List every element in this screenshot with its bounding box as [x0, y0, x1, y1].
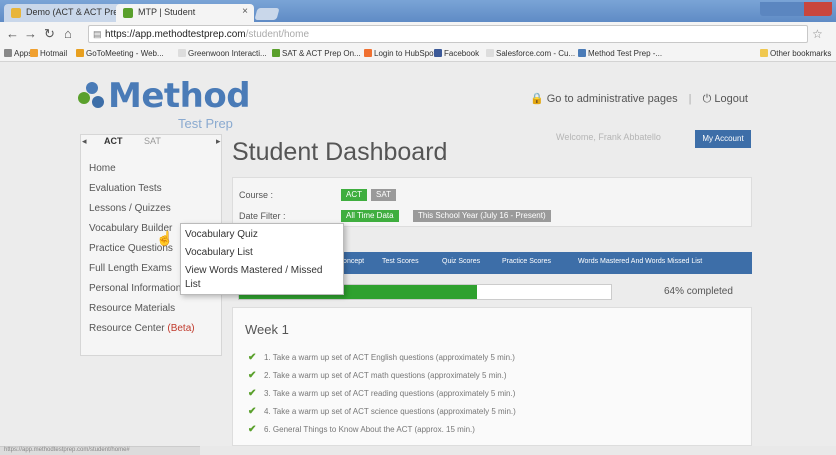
date-chip-all-time[interactable]: All Time Data — [341, 210, 399, 222]
power-icon: ⏻ — [702, 93, 712, 105]
sidebar-item-resource-materials[interactable]: Resource Materials — [89, 303, 221, 323]
bookmark-item[interactable]: Method Test Prep -... — [578, 49, 662, 58]
window-controls[interactable] — [760, 2, 832, 16]
lock-icon: 🔒 — [529, 93, 544, 105]
bookmark-item[interactable]: Salesforce.com - Cu... — [486, 49, 575, 58]
forward-arrow-icon[interactable]: → — [24, 26, 37, 41]
bookmark-item[interactable]: SAT & ACT Prep On... — [272, 49, 361, 58]
menu-item-view-words-mastered[interactable]: View Words Mastered / Missed — [185, 265, 322, 276]
next-arrow-icon[interactable]: ▸ — [216, 136, 221, 147]
reload-icon[interactable]: ↻ — [44, 26, 55, 42]
page-icon — [178, 49, 186, 57]
browser-tab[interactable]: Demo (ACT & ACT Prep) × — [4, 4, 132, 22]
browser-tab-active[interactable]: MTP | Student × — [116, 4, 254, 22]
check-icon: ✔ — [248, 406, 257, 417]
course-chip-act[interactable]: ACT — [341, 189, 367, 201]
sidebar-item-resource-center[interactable]: Resource Center (Beta) — [89, 323, 221, 343]
date-filter-label: Date Filter : — [239, 211, 286, 221]
home-icon[interactable]: ⌂ — [64, 26, 72, 41]
sidebar-item-lessons-quizzes[interactable]: Lessons / Quizzes — [89, 203, 221, 223]
top-links: 🔒 Go to administrative pages | ⏻ Logout — [530, 92, 748, 106]
logo-dots-icon — [78, 82, 108, 112]
logo-word: Method — [108, 76, 251, 116]
task-item[interactable]: ✔ 1. Take a warm up set of ACT English qu… — [248, 352, 515, 363]
tab-act[interactable]: ACT — [104, 136, 123, 146]
window-close-button[interactable] — [804, 2, 832, 16]
page: Method Test Prep 🔒 Go to administrative … — [0, 62, 836, 446]
task-item[interactable]: ✔ 3. Take a warm up set of ACT reading qu… — [248, 388, 515, 399]
course-chip-sat[interactable]: SAT — [371, 189, 396, 201]
hotmail-icon — [30, 49, 38, 57]
admin-link[interactable]: Go to administrative pages — [547, 93, 678, 105]
tab-practice-scores[interactable]: Practice Scores — [502, 258, 551, 265]
task-item[interactable]: ✔ 4. Take a warm up set of ACT science qu… — [248, 406, 516, 417]
method-logo[interactable]: Method Test Prep — [78, 76, 258, 132]
hubspot-icon — [364, 49, 372, 57]
apps-icon — [4, 49, 12, 57]
tab-favicon-icon — [11, 8, 21, 18]
bookmark-item[interactable]: Apps — [4, 49, 32, 58]
bookmark-item[interactable]: Other bookmarks — [760, 49, 831, 58]
browser-tab-bar: Demo (ACT & ACT Prep) × MTP | Student × — [0, 0, 836, 22]
check-icon: ✔ — [248, 388, 257, 399]
beta-badge: (Beta) — [167, 323, 195, 334]
gotomeeting-icon — [76, 49, 84, 57]
welcome-text: Welcome, Frank Abbatello — [556, 132, 661, 142]
bookmark-star-icon[interactable]: ☆ — [812, 27, 823, 41]
address-bar[interactable]: ▤ https://app.methodtestprep.com/student… — [88, 25, 808, 43]
tab-quiz-scores[interactable]: Quiz Scores — [442, 258, 480, 265]
new-tab-button[interactable] — [254, 8, 280, 20]
task-item[interactable]: ✔ 2. Take a warm up set of ACT math quest… — [248, 370, 506, 381]
menu-item-list[interactable]: List — [185, 279, 201, 290]
week-heading: Week 1 — [245, 322, 289, 337]
check-icon: ✔ — [248, 370, 257, 381]
vocabulary-dropdown: Vocabulary Quiz Vocabulary List View Wor… — [180, 223, 344, 295]
sidebar-item-home[interactable]: Home — [89, 163, 221, 183]
page-icon: ▤ — [93, 29, 102, 39]
prev-arrow-icon[interactable]: ◂ — [82, 136, 87, 147]
page-title: Student Dashboard — [232, 138, 448, 166]
tab-favicon-icon — [123, 8, 133, 18]
date-chip-school-year[interactable]: This School Year (July 16 - Present) — [413, 210, 551, 222]
mtp-icon — [272, 49, 280, 57]
url-path: /student/home — [245, 29, 310, 40]
tab-test-scores[interactable]: Test Scores — [382, 258, 419, 265]
bookmark-item[interactable]: Greenwoon Interacti... — [178, 49, 267, 58]
close-tab-icon[interactable]: × — [242, 6, 248, 17]
progress-text: 64% completed — [664, 286, 733, 297]
folder-icon — [760, 49, 768, 57]
tab-title: MTP | Student — [138, 7, 196, 17]
check-icon: ✔ — [248, 424, 257, 435]
course-label: Course : — [239, 190, 274, 200]
facebook-icon — [434, 49, 442, 57]
browser-toolbar: ← → ↻ ⌂ ▤ https://app.methodtestprep.com… — [0, 22, 836, 46]
bookmark-item[interactable]: Login to HubSpot — [364, 49, 436, 58]
filters-panel: Course : ACT SAT Date Filter : All Time … — [232, 177, 752, 227]
task-item[interactable]: ✔ 6. General Things to Know About the ACT… — [248, 424, 475, 435]
method-icon — [578, 49, 586, 57]
tab-words-mastered[interactable]: Words Mastered And Words Missed List — [578, 258, 702, 265]
menu-item-vocabulary-quiz[interactable]: Vocabulary Quiz — [185, 229, 258, 240]
sidebar-item-evaluation-tests[interactable]: Evaluation Tests — [89, 183, 221, 203]
url-host: https://app.methodtestprep.com — [105, 29, 246, 40]
bookmark-item[interactable]: Hotmail — [30, 49, 67, 58]
bookmark-item[interactable]: Facebook — [434, 49, 479, 58]
bookmarks-bar: Apps Hotmail GoToMeeting - Web... Greenw… — [0, 46, 836, 62]
back-arrow-icon[interactable]: ← — [6, 26, 19, 41]
logo-subtitle: Test Prep — [178, 116, 233, 131]
status-bar: https://app.methodtestprep.com/student/h… — [0, 446, 200, 455]
check-icon: ✔ — [248, 352, 257, 363]
page-icon — [486, 49, 494, 57]
separator: | — [688, 93, 692, 105]
bookmark-item[interactable]: GoToMeeting - Web... — [76, 49, 164, 58]
logout-link[interactable]: Logout — [714, 93, 748, 105]
my-account-button[interactable]: My Account — [695, 130, 751, 148]
hand-cursor-icon: ☝ — [156, 230, 174, 246]
menu-item-vocabulary-list[interactable]: Vocabulary List — [185, 247, 253, 258]
tab-sat[interactable]: SAT — [144, 136, 161, 146]
